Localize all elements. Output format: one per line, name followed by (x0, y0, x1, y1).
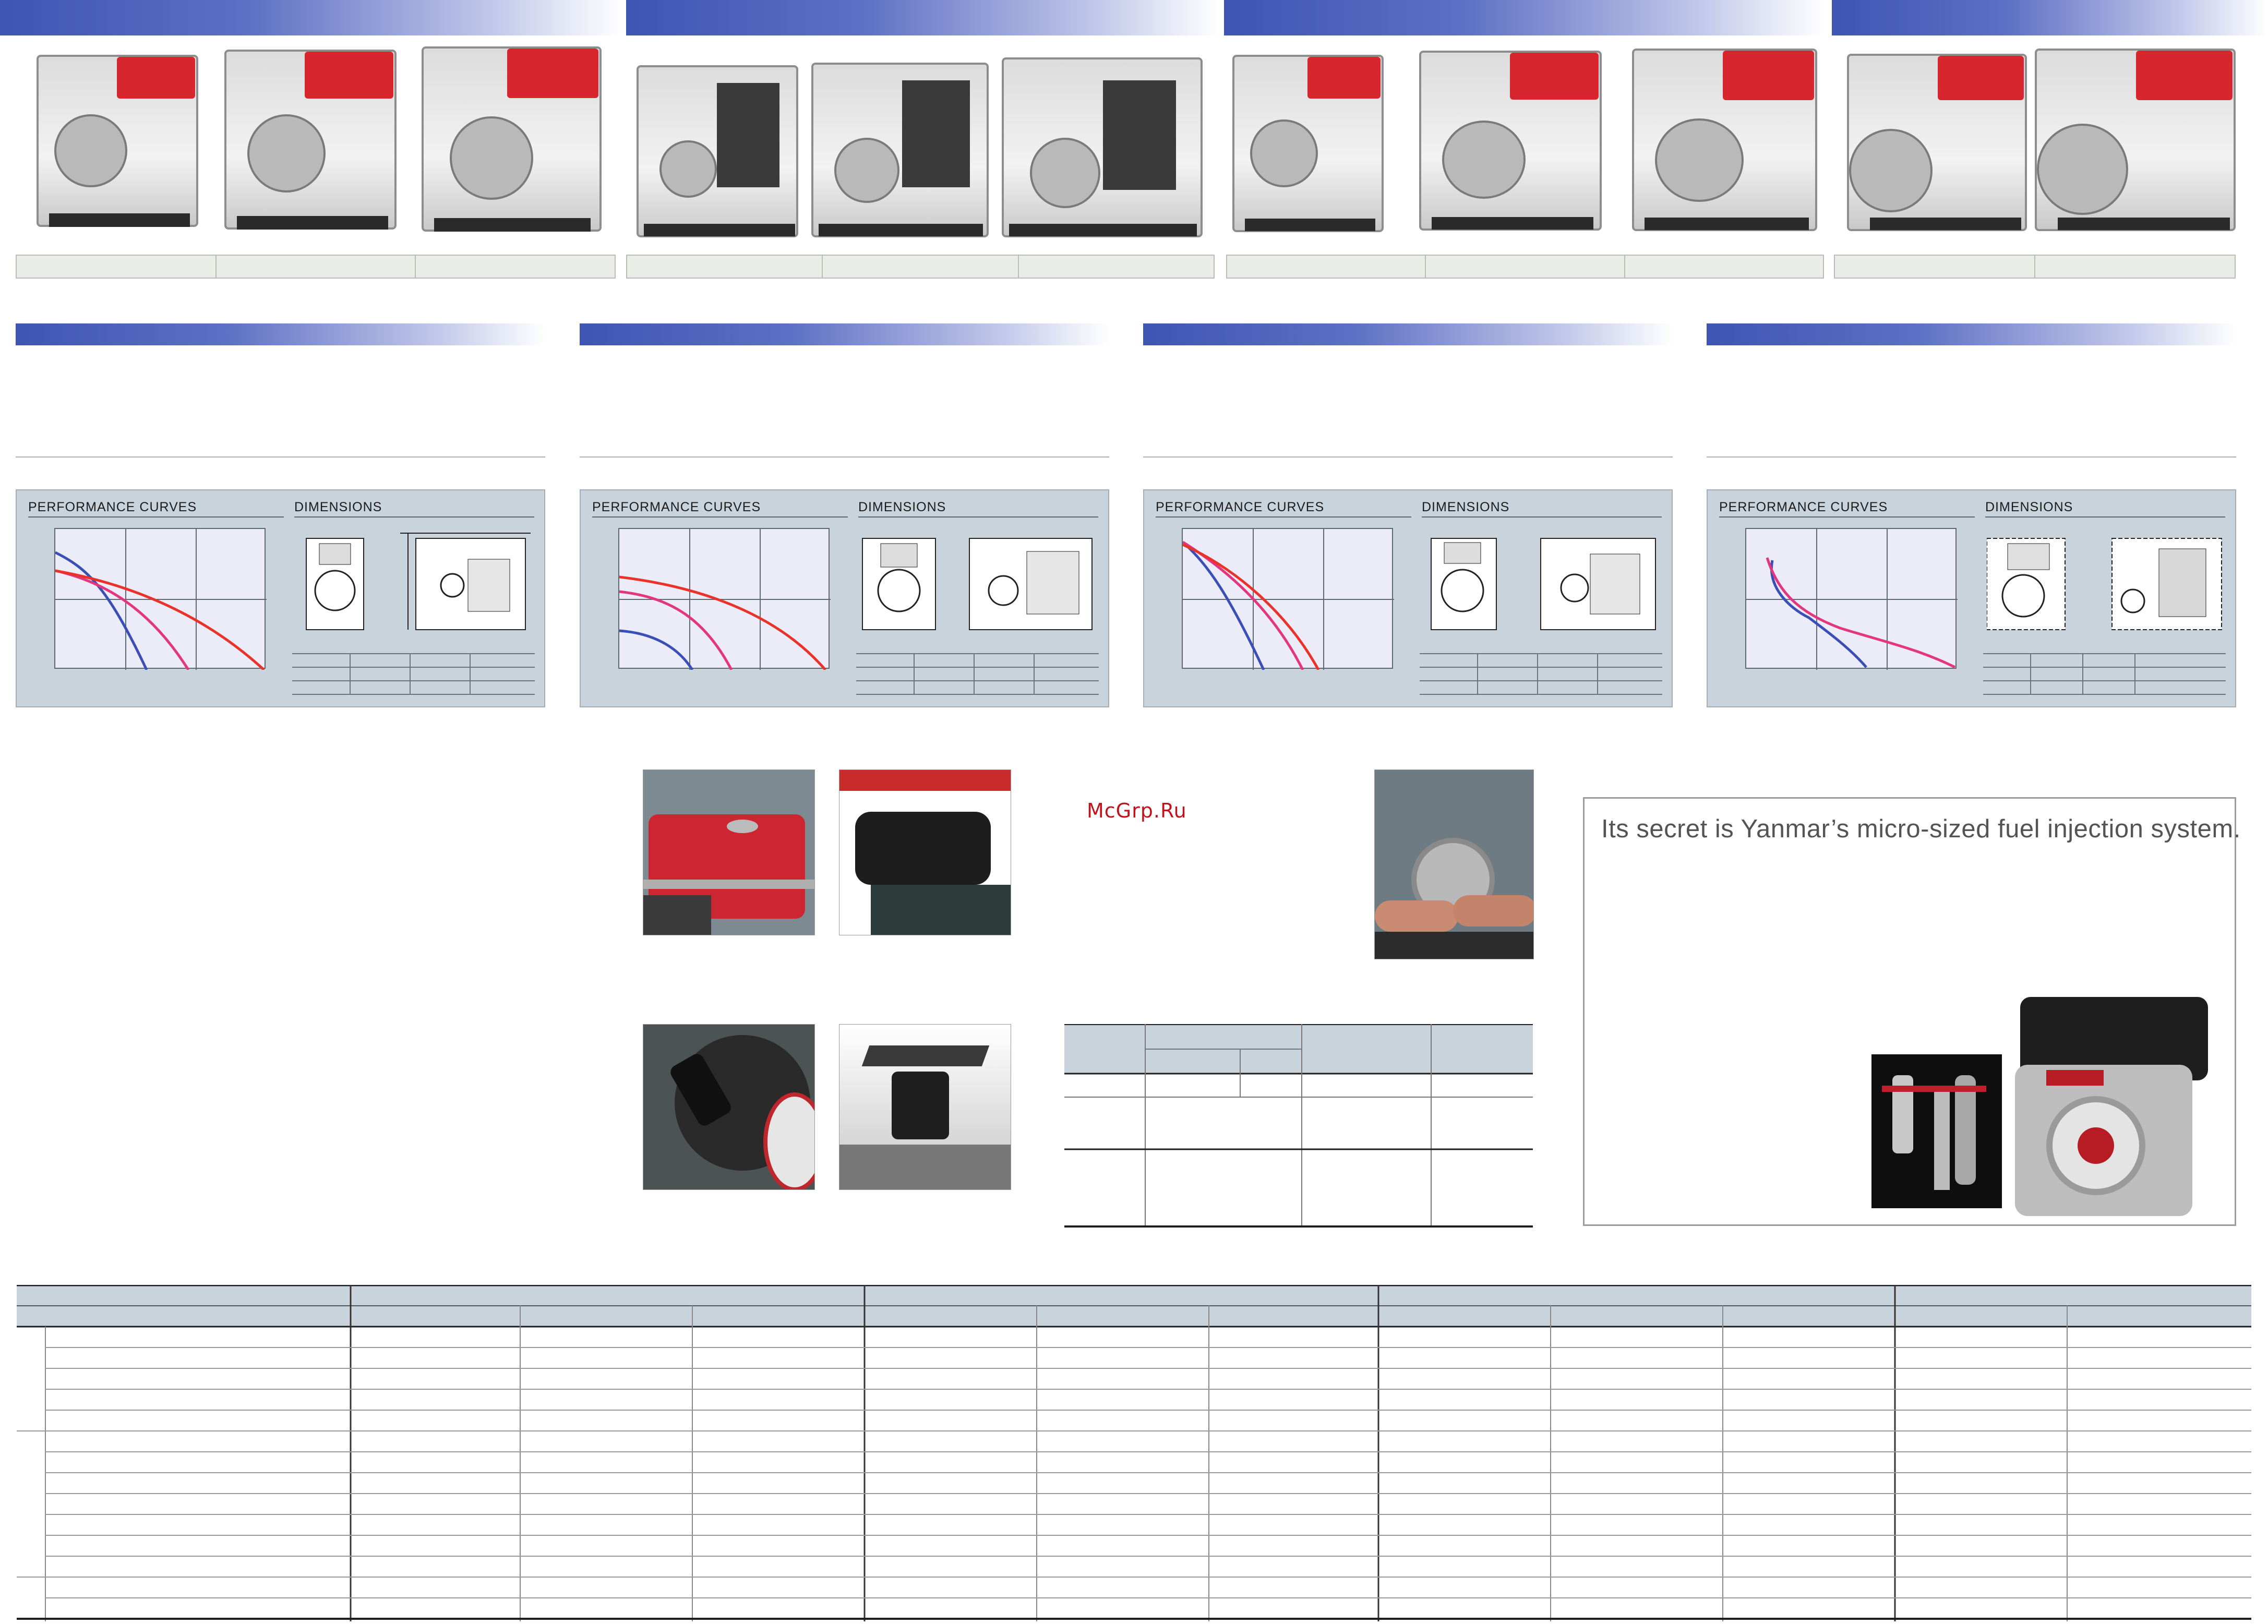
model-caption-strip (626, 255, 1215, 279)
section-bar-2 (580, 323, 1109, 345)
dimensions-label: DIMENSIONS (1422, 500, 1510, 514)
muffler-photo (839, 769, 1011, 935)
dimension-drawings (1986, 528, 2227, 632)
header-bar-3 (1224, 0, 1823, 35)
performance-panel: PERFORMANCE CURVES DIMENSIONS (1143, 489, 1673, 707)
water-pump-photo (37, 55, 198, 227)
watermark-text: McGrp.Ru (1087, 799, 1187, 822)
performance-panel: PERFORMANCE CURVES DIMENSIONS (16, 489, 545, 707)
feature-headline: Its secret is Yanmar’s micro-sized fuel … (1601, 815, 2241, 843)
water-pump-photo (1847, 54, 2027, 231)
performance-curves-label: PERFORMANCE CURVES (1719, 500, 1888, 514)
dimension-drawings (860, 528, 1100, 632)
dimension-drawings (296, 528, 536, 632)
water-pump-photo (1632, 49, 1817, 231)
water-pump-photo (2035, 49, 2236, 231)
performance-curves-label: PERFORMANCE CURVES (28, 500, 197, 514)
performance-graph (54, 528, 267, 670)
performance-graph (1182, 528, 1394, 670)
performance-graph (1745, 528, 1958, 670)
performance-panel: PERFORMANCE CURVES DIMENSIONS (580, 489, 1109, 707)
section-bar-4 (1707, 323, 2236, 345)
water-pump-photo (1419, 51, 1602, 231)
section-bar-3 (1143, 323, 1673, 345)
dimensions-label: DIMENSIONS (1985, 500, 2073, 514)
water-pump-photo (422, 46, 602, 232)
engine-photo (811, 63, 989, 237)
comparison-table (1064, 1023, 1533, 1228)
engine-photo (1999, 981, 2234, 1224)
recoil-starter-photo (643, 1024, 815, 1190)
dimension-drawings (1423, 528, 1663, 632)
performance-graph (618, 528, 831, 670)
performance-curves-label: PERFORMANCE CURVES (592, 500, 761, 514)
engine-photo (637, 65, 798, 237)
engine-photo (1002, 57, 1203, 237)
dimension-table (856, 653, 1099, 700)
performance-panel: PERFORMANCE CURVES DIMENSIONS (1707, 489, 2236, 707)
product-photo-row (0, 39, 2268, 248)
section-divider (1707, 456, 2236, 458)
water-pump-photo (224, 50, 397, 230)
fuel-tank-photo (643, 769, 815, 935)
model-caption-strip (1834, 255, 2236, 279)
model-caption-strip (1226, 255, 1824, 279)
fuel-injection-feature-box: Its secret is Yanmar’s micro-sized fuel … (1583, 797, 2240, 1226)
dimension-table (292, 653, 535, 700)
dimensions-label: DIMENSIONS (858, 500, 946, 514)
water-pump-photo (1232, 55, 1384, 232)
dimension-table (1983, 653, 2226, 700)
section-bar-1 (16, 323, 545, 345)
header-bar-4 (1832, 0, 2268, 35)
dimensions-label: DIMENSIONS (294, 500, 382, 514)
fuel-injector-photo (1871, 1054, 2002, 1208)
model-caption-strip (16, 255, 616, 279)
dimension-table (1420, 653, 1662, 700)
section-divider (580, 456, 1109, 458)
pump-maintenance-photo (1374, 769, 1534, 959)
specification-table (17, 1283, 2251, 1621)
vibration-mount-photo (839, 1024, 1011, 1190)
header-bar-2 (626, 0, 1219, 35)
performance-curves-label: PERFORMANCE CURVES (1156, 500, 1325, 514)
header-bar-1 (0, 0, 621, 35)
section-divider (1143, 456, 1673, 458)
section-divider (16, 456, 545, 458)
